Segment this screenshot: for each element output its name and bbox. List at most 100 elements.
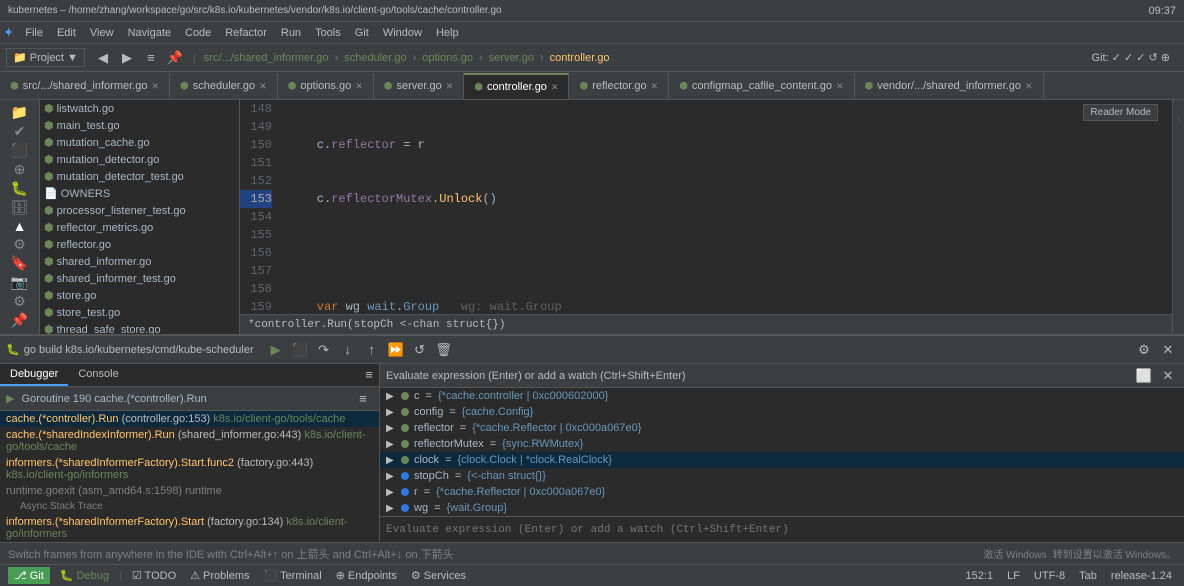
menu-help[interactable]: Help: [430, 25, 465, 41]
stack-frame-0[interactable]: cache.(*controller).Run (controller.go:1…: [0, 411, 379, 427]
stack-frame-2[interactable]: informers.(*sharedInformerFactory).Start…: [0, 455, 379, 483]
collapse-button[interactable]: ≡: [141, 48, 161, 68]
tab-reflector[interactable]: ⬢ reflector.go ✕: [569, 73, 669, 99]
tree-item-owners[interactable]: 📄 OWNERS: [40, 185, 239, 202]
debug-step-into-button[interactable]: ↓: [338, 340, 358, 360]
var-row-wg[interactable]: ▶ wg = {wait.Group}: [380, 500, 1184, 516]
git-status[interactable]: ⎇ Git: [8, 567, 50, 584]
tree-item-store-test[interactable]: ⬢ store_test.go: [40, 304, 239, 321]
menu-edit[interactable]: Edit: [51, 25, 82, 41]
navigate-forward-button[interactable]: ▶: [117, 48, 137, 68]
tree-item-mutation-cache[interactable]: ⬢ mutation_cache.go: [40, 134, 239, 151]
tab-close-button[interactable]: ✕: [836, 81, 844, 92]
stack-frame-3[interactable]: runtime.goexit (asm_amd64.s:1598) runtim…: [0, 483, 379, 499]
tab-close-button[interactable]: ✕: [651, 81, 659, 92]
status-endpoints[interactable]: ⊕ Endpoints: [332, 569, 401, 582]
menu-run[interactable]: Run: [275, 25, 307, 41]
sidebar-item-pin[interactable]: 📌: [4, 312, 36, 329]
debug-tab-console[interactable]: Console: [68, 364, 128, 386]
sidebar-item-database[interactable]: 🗄: [4, 199, 36, 216]
sidebar-item-search[interactable]: ⚙: [4, 293, 36, 310]
debug-goroutine-menu[interactable]: ≡: [359, 364, 379, 384]
breadcrumb-server[interactable]: server.go: [489, 52, 534, 64]
sidebar-item-commit[interactable]: ✔: [4, 123, 36, 140]
menu-window[interactable]: Window: [377, 25, 428, 41]
tree-item-shared-informer-test[interactable]: ⬢ shared_informer_test.go: [40, 270, 239, 287]
eval-input[interactable]: [386, 524, 1178, 536]
menu-code[interactable]: Code: [179, 25, 217, 41]
var-row-stopch[interactable]: ▶ stopCh = {<-chan struct{}}: [380, 468, 1184, 484]
navigate-back-button[interactable]: ◀: [93, 48, 113, 68]
menu-file[interactable]: File: [19, 25, 49, 41]
project-selector[interactable]: 📁 Project ▼: [6, 48, 85, 67]
tree-item-mutation-detector[interactable]: ⬢ mutation_detector.go: [40, 151, 239, 168]
tab-scheduler[interactable]: ⬢ scheduler.go ✕: [170, 73, 278, 99]
tab-close-button[interactable]: ✕: [151, 81, 159, 92]
tree-item-reflector[interactable]: ⬢ reflector.go: [40, 236, 239, 253]
sidebar-item-terminal[interactable]: ⬛: [4, 142, 36, 159]
tree-item-main-test[interactable]: ⬢ main_test.go: [40, 117, 239, 134]
debug-step-out-button[interactable]: ↑: [362, 340, 382, 360]
var-row-reflectormutex[interactable]: ▶ reflectorMutex = {sync.RWMutex}: [380, 436, 1184, 452]
tab-controller[interactable]: ⬢ controller.go ✕: [464, 73, 569, 99]
stack-frame-1[interactable]: cache.(*sharedIndexInformer).Run (shared…: [0, 427, 379, 455]
debug-settings-button[interactable]: ⚙: [1134, 340, 1154, 360]
menu-navigate[interactable]: Navigate: [122, 25, 177, 41]
status-todo[interactable]: ☑ TODO: [128, 569, 180, 582]
tree-item-reflector-metrics[interactable]: ⬢ reflector_metrics.go: [40, 219, 239, 236]
breadcrumb-options[interactable]: options.go: [422, 52, 473, 64]
breadcrumb-src[interactable]: src/.../shared_informer.go: [204, 52, 329, 64]
debug-close-button[interactable]: ✕: [1158, 340, 1178, 360]
debug-reset-button[interactable]: ↺: [410, 340, 430, 360]
sidebar-item-project[interactable]: 📁: [4, 104, 36, 121]
tree-item-store[interactable]: ⬢ store.go: [40, 287, 239, 304]
pin-button[interactable]: 📌: [165, 48, 185, 68]
tab-server[interactable]: ⬢ server.go ✕: [374, 73, 465, 99]
tab-close-button[interactable]: ✕: [355, 81, 363, 92]
reader-mode-badge[interactable]: Reader Mode: [1083, 104, 1158, 121]
sidebar-item-debug[interactable]: 🐛: [4, 180, 36, 197]
sidebar-item-pullreq[interactable]: ⊕: [4, 161, 36, 178]
status-terminal[interactable]: ⬛ Terminal: [260, 569, 326, 582]
tab-close-button[interactable]: ✕: [446, 81, 454, 92]
menu-view[interactable]: View: [84, 25, 120, 41]
tree-item-thread-safe-store[interactable]: ⬢ thread_safe_store.go: [40, 321, 239, 334]
tab-close-button[interactable]: ✕: [259, 81, 267, 92]
sidebar-item-amazon[interactable]: ▲: [4, 218, 36, 234]
debug-resume-button[interactable]: ⏩: [386, 340, 406, 360]
tree-item-shared-informer[interactable]: ⬢ shared_informer.go: [40, 253, 239, 270]
tab-shared-informer-src[interactable]: ⬢ src/.../shared_informer.go ✕: [0, 73, 170, 99]
var-row-c[interactable]: ▶ c = {*cache.controller | 0xc000602000}: [380, 388, 1184, 404]
tab-vendor-shared[interactable]: ⬢ vendor/.../shared_informer.go ✕: [855, 73, 1044, 99]
eval-close-button[interactable]: ✕: [1158, 366, 1178, 386]
sidebar-item-bookmarks[interactable]: 🔖: [4, 255, 36, 272]
goroutine-expand-button[interactable]: ≡: [353, 389, 373, 409]
status-debug[interactable]: 🐛 Debug: [56, 569, 113, 582]
stack-frame-4[interactable]: informers.(*sharedInformerFactory).Start…: [0, 514, 379, 542]
menu-tools[interactable]: Tools: [309, 25, 347, 41]
code-content[interactable]: c.reflector = r c.reflectorMutex.Unlock(…: [280, 100, 1172, 314]
var-row-clock[interactable]: ▶ clock = {clock.Clock | *clock.RealCloc…: [380, 452, 1184, 468]
var-row-reflector[interactable]: ▶ reflector = {*cache.Reflector | 0xc000…: [380, 420, 1184, 436]
eval-expand-button[interactable]: ⬜: [1134, 366, 1154, 386]
tree-item-listwatch[interactable]: ⬢ listwatch.go: [40, 100, 239, 117]
menu-refactor[interactable]: Refactor: [219, 25, 273, 41]
sidebar-item-tools[interactable]: ⚙: [4, 236, 36, 253]
tree-item-processor-test[interactable]: ⬢ processor_listener_test.go: [40, 202, 239, 219]
tab-close-button[interactable]: ✕: [551, 82, 559, 93]
debug-stop-button[interactable]: ⬛: [290, 340, 310, 360]
menu-git[interactable]: Git: [349, 25, 375, 41]
var-row-r[interactable]: ▶ r = {*cache.Reflector | 0xc000a067e0}: [380, 484, 1184, 500]
tab-configmap[interactable]: ⬢ configmap_cafile_content.go ✕: [669, 73, 854, 99]
debug-step-over-button[interactable]: ↷: [314, 340, 334, 360]
debug-tab-debugger[interactable]: Debugger: [0, 364, 68, 386]
var-row-config[interactable]: ▶ config = {cache.Config}: [380, 404, 1184, 420]
debug-clear-button[interactable]: 🗑: [434, 340, 454, 360]
tab-options[interactable]: ⬢ options.go ✕: [278, 73, 374, 99]
tree-item-mutation-detector-test[interactable]: ⬢ mutation_detector_test.go: [40, 168, 239, 185]
status-problems[interactable]: ⚠ Problems: [186, 569, 253, 582]
tab-close-button[interactable]: ✕: [1025, 81, 1033, 92]
status-services[interactable]: ⚙ Services: [407, 569, 470, 582]
breadcrumb-scheduler[interactable]: scheduler.go: [344, 52, 406, 64]
debug-run-button[interactable]: ▶: [266, 340, 286, 360]
